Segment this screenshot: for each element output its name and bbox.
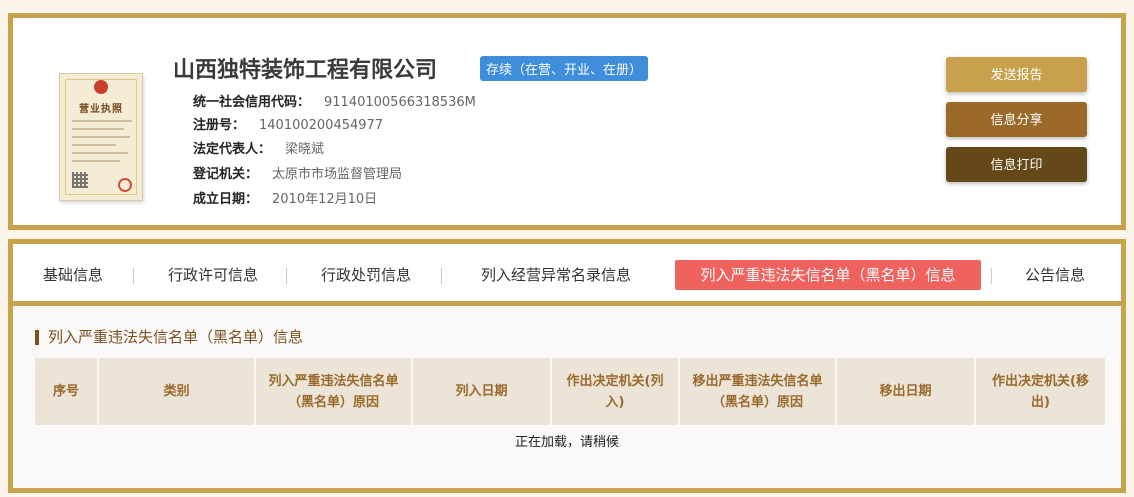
table-header-row: 序号 类别 列入严重违法失信名单（黑名单）原因 列入日期 作出决定机关(列入) … [35, 358, 1105, 425]
tab-abnormal-operation[interactable]: 列入经营异常名录信息 [461, 260, 651, 290]
tab-basic-info[interactable]: 基础信息 [31, 260, 115, 290]
info-value: 91140100566318536M [324, 95, 476, 110]
info-value: 太原市市场监督管理局 [272, 167, 403, 182]
detail-panel: 基础信息 行政许可信息 行政处罚信息 列入经营异常名录信息 列入严重违法失信名单… [8, 239, 1126, 493]
info-value: 140100200454977 [259, 118, 384, 133]
column-header-inclusion-authority: 作出决定机关(列入) [551, 358, 680, 425]
section-title: 列入严重违法失信名单（黑名单）信息 [35, 330, 303, 345]
license-text-line [72, 136, 130, 138]
license-text-line [72, 152, 128, 154]
info-value: 梁晓斌 [285, 142, 325, 157]
info-label: 统一社会信用代码： [193, 95, 311, 110]
status-badge: 存续（在营、开业、在册） [480, 56, 649, 81]
tab-administrative-license[interactable]: 行政许可信息 [158, 260, 268, 290]
tab-serious-violation-blacklist[interactable]: 列入严重违法失信名单（黑名单）信息 [675, 260, 981, 290]
tab-separator [991, 268, 992, 284]
company-summary-panel: 营业执照 山西独特装饰工程有限公司 存续（在营、开业、在册） 统一社会信用代码：… [8, 13, 1126, 230]
license-text-line [72, 128, 124, 130]
column-header-removal-reason: 移出严重违法失信名单（黑名单）原因 [679, 358, 837, 425]
info-value: 2010年12月10日 [272, 192, 378, 207]
column-header-index: 序号 [35, 358, 99, 425]
share-info-button[interactable]: 信息分享 [946, 102, 1087, 137]
column-header-inclusion-reason: 列入严重违法失信名单（黑名单）原因 [255, 358, 413, 425]
info-row-credit-code: 统一社会信用代码： 91140100566318536M [193, 91, 476, 110]
loading-message: 正在加载，请稍候 [514, 435, 619, 450]
tab-separator [286, 268, 287, 284]
column-header-removal-date: 移出日期 [836, 358, 976, 425]
official-seal-icon [118, 178, 132, 192]
column-header-inclusion-date: 列入日期 [412, 358, 552, 425]
tab-administrative-penalty[interactable]: 行政处罚信息 [311, 260, 421, 290]
info-row-registration-authority: 登记机关： 太原市市场监督管理局 [193, 163, 402, 182]
send-report-button[interactable]: 发送报告 [946, 57, 1087, 92]
qr-code-icon [72, 172, 88, 188]
business-license-image[interactable]: 营业执照 [59, 73, 143, 201]
license-title: 营业执照 [79, 104, 123, 115]
info-row-establishment-date: 成立日期： 2010年12月10日 [193, 188, 377, 207]
info-row-legal-representative: 法定代表人： 梁晓斌 [193, 138, 324, 157]
info-label: 法定代表人： [193, 142, 272, 157]
tab-announcement[interactable]: 公告信息 [1015, 260, 1095, 290]
license-text-line [72, 144, 116, 146]
info-label: 成立日期： [193, 192, 259, 207]
tab-separator [133, 268, 134, 284]
info-label: 注册号： [193, 118, 246, 133]
license-text-line [72, 120, 132, 122]
info-row-registration-number: 注册号： 140100200454977 [193, 114, 383, 133]
blacklist-section: 列入严重违法失信名单（黑名单）信息 序号 类别 列入严重违法失信名单（黑名单）原… [13, 306, 1121, 488]
info-label: 登记机关： [193, 167, 259, 182]
national-emblem-icon [94, 80, 108, 94]
column-header-category: 类别 [98, 358, 256, 425]
company-name: 山西独特装饰工程有限公司 [173, 58, 438, 83]
column-header-removal-authority: 作出决定机关(移出) [975, 358, 1105, 425]
tab-bar: 基础信息 行政许可信息 行政处罚信息 列入经营异常名录信息 列入严重违法失信名单… [13, 244, 1121, 306]
print-info-button[interactable]: 信息打印 [946, 147, 1087, 182]
blacklist-table: 序号 类别 列入严重违法失信名单（黑名单）原因 列入日期 作出决定机关(列入) … [35, 358, 1105, 425]
license-text-line [72, 160, 120, 162]
tab-separator [441, 268, 442, 284]
